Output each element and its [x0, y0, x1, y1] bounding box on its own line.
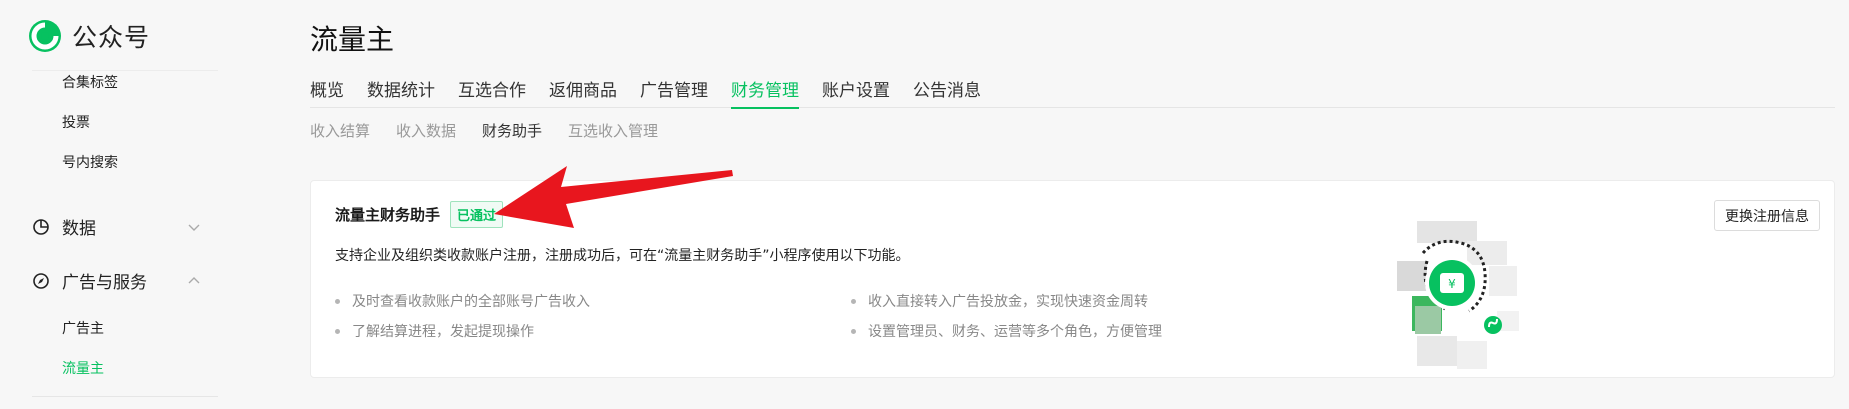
feature-item: 收入直接转入广告投放金，实现快速资金周转 — [851, 291, 1148, 311]
page-title: 流量主 — [310, 23, 395, 56]
feature-text: 了解结算进程，发起提现操作 — [352, 324, 534, 340]
card-title: 流量主财务助手 — [335, 206, 441, 224]
tab-finance-management[interactable]: 财务管理 — [731, 76, 799, 109]
subtab-finance-assistant[interactable]: 财务助手 — [482, 120, 542, 141]
sidebar-group-ads-label: 广告与服务 — [62, 273, 147, 293]
chevron-down-icon — [188, 224, 200, 231]
svg-text:¥: ¥ — [1448, 277, 1456, 291]
wechat-official-account-logo-icon — [29, 20, 61, 52]
finance-assistant-card: 流量主财务助手 已通过 支持企业及组织类收款账户注册，注册成功后，可在“流量主财… — [310, 180, 1835, 378]
sidebar-item-publisher[interactable]: 流量主 — [62, 358, 104, 378]
sidebar-item-in-account-search[interactable]: 号内搜索 — [62, 152, 118, 172]
subtab-income-data[interactable]: 收入数据 — [396, 120, 456, 141]
main-tabs: 概览 数据统计 互选合作 返佣商品 广告管理 财务管理 账户设置 公告消息 — [310, 76, 1835, 109]
sidebar-item-vote[interactable]: 投票 — [62, 112, 90, 132]
mini-program-qr-code-icon: ¥ — [1397, 221, 1519, 369]
feature-text: 收入直接转入广告投放金，实现快速资金周转 — [868, 294, 1148, 310]
subtab-income-settlement[interactable]: 收入结算 — [310, 120, 370, 141]
change-registration-button[interactable]: 更换注册信息 — [1714, 200, 1820, 231]
sidebar-group-data-label: 数据 — [62, 219, 96, 239]
tab-ad-management[interactable]: 广告管理 — [640, 76, 708, 108]
logo[interactable]: 公众号 — [28, 18, 150, 54]
tab-data-statistics[interactable]: 数据统计 — [367, 76, 435, 108]
tab-account-settings[interactable]: 账户设置 — [822, 76, 890, 108]
sidebar-divider — [32, 396, 218, 397]
tab-overview[interactable]: 概览 — [310, 76, 344, 108]
sidebar-group-ads-services[interactable]: 广告与服务 — [32, 268, 202, 293]
pie-chart-icon — [33, 218, 49, 235]
card-title-row: 流量主财务助手 已通过 — [335, 201, 504, 228]
bullet-dot-icon — [335, 298, 340, 304]
feature-text: 及时查看收款账户的全部账号广告收入 — [352, 294, 590, 310]
tab-commission-products[interactable]: 返佣商品 — [549, 76, 617, 108]
tab-announcements[interactable]: 公告消息 — [913, 76, 981, 108]
bullet-dot-icon — [851, 298, 856, 304]
sidebar-item-collection-tags[interactable]: 合集标签 — [62, 72, 118, 92]
card-description: 支持企业及组织类收款账户注册，注册成功后，可在“流量主财务助手”小程序使用以下功… — [335, 248, 910, 264]
tab-mutual-selection[interactable]: 互选合作 — [458, 76, 526, 108]
sidebar-group-data[interactable]: 数据 — [32, 214, 202, 239]
logo-text: 公众号 — [72, 23, 151, 52]
feature-item: 及时查看收款账户的全部账号广告收入 — [335, 291, 590, 311]
status-badge: 已通过 — [450, 201, 504, 228]
feature-text: 设置管理员、财务、运营等多个角色，方便管理 — [868, 324, 1162, 340]
feature-item: 了解结算进程，发起提现操作 — [335, 321, 534, 341]
sidebar: 公众号 合集标签 投票 号内搜索 数据 广告与服务 广告主 流量主 — [0, 0, 232, 409]
sidebar-item-advertiser[interactable]: 广告主 — [62, 318, 104, 338]
sidebar-divider-top — [32, 70, 218, 71]
bullet-dot-icon — [335, 328, 340, 334]
subtab-mutual-income-management[interactable]: 互选收入管理 — [568, 120, 658, 141]
compass-icon — [33, 272, 49, 289]
bullet-dot-icon — [851, 328, 856, 334]
sub-tabs: 收入结算 收入数据 财务助手 互选收入管理 — [310, 120, 684, 141]
feature-item: 设置管理员、财务、运营等多个角色，方便管理 — [851, 321, 1162, 341]
chevron-up-icon — [188, 276, 200, 283]
